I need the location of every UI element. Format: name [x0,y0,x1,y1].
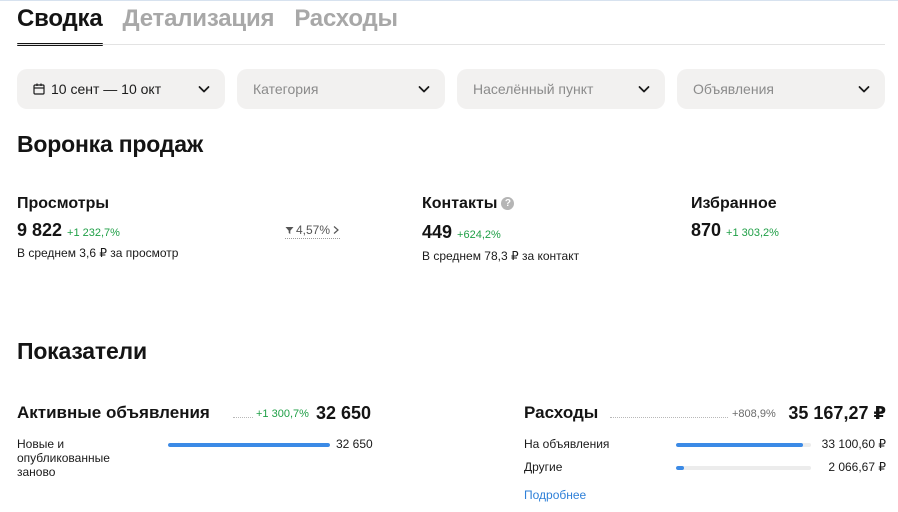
leader-dots [233,417,253,418]
new-ads-bar [168,443,330,447]
chevron-down-icon [198,86,210,93]
contacts-value: 449 [422,222,453,242]
leader-dots [610,417,728,418]
other-expense-value: 2 066,67 ₽ [828,460,886,474]
period-value: 10 сент — 10 окт [51,81,162,97]
expenses-label: Расходы [524,403,599,422]
top-border [0,0,898,1]
expenses-value: 35 167,27 ₽ [788,403,886,423]
new-ads-label: Новые и опубликованные заново [17,437,110,479]
new-ads-bar-fill [168,443,330,447]
chevron-down-icon [418,86,430,93]
category-dropdown[interactable]: Категория [237,69,445,109]
tab-summary[interactable]: Сводка [17,6,103,46]
favorites-label: Избранное [691,195,777,212]
conversion-value: 4,57% [296,223,331,237]
calendar-icon [33,83,45,95]
contacts-label: Контакты [422,195,498,212]
chevron-down-icon [858,86,870,93]
ads-expense-bar [676,443,811,447]
views-value: 9 822 [17,220,63,240]
views-change: +1 232,7% [67,227,120,239]
expenses-change: +808,9% [732,408,776,420]
active-ads-change: +1 300,7% [256,408,309,420]
tabs-divider [17,44,885,45]
other-expense-bar-fill [676,466,685,470]
other-expense-label: Другие [524,460,563,474]
city-dropdown[interactable]: Населённый пункт [457,69,665,109]
ads-expense-bar-fill [676,443,803,447]
funnel-icon [285,226,294,234]
views-average: В среднем 3,6 ₽ за просмотр [17,246,179,260]
tab-bar: Сводка Детализация Расходы [17,6,398,46]
filters-bar: 10 сент — 10 окт Категория Населённый пу… [17,69,885,109]
tab-expenses[interactable]: Расходы [294,6,398,46]
tab-details[interactable]: Детализация [123,6,275,46]
favorites-change: +1 303,2% [726,227,779,239]
active-ads-label: Активные объявления [17,403,210,422]
period-dropdown[interactable]: 10 сент — 10 окт [17,69,225,109]
views-value-group: 9 822 +1 232,7% [17,220,120,241]
contacts-label-group: Контакты? [422,195,515,213]
funnel-title: Воронка продаж [17,131,203,157]
contacts-value-group: 449 +624,2% [422,222,501,243]
help-icon[interactable]: ? [501,197,515,211]
contacts-change: +624,2% [457,229,501,241]
category-placeholder: Категория [253,81,319,97]
favorites-value-group: 870 +1 303,2% [691,220,779,241]
contacts-average: В среднем 78,3 ₽ за контакт [422,249,580,263]
details-link[interactable]: Подробнее [524,488,586,502]
indicators-title: Показатели [17,338,147,364]
ads-expense-value: 33 100,60 ₽ [821,437,886,451]
favorites-value: 870 [691,220,722,240]
active-ads-value: 32 650 [316,403,372,423]
other-expense-bar [676,466,811,470]
chevron-down-icon [638,86,650,93]
conversion-link[interactable]: 4,57% [285,223,341,239]
ads-placeholder: Объявления [693,81,774,97]
ads-dropdown[interactable]: Объявления [677,69,885,109]
views-label: Просмотры [17,195,110,212]
city-placeholder: Населённый пункт [473,81,594,97]
ads-expense-label: На объявления [524,437,610,451]
new-ads-value: 32 650 [336,437,373,451]
chevron-right-icon [333,226,339,234]
